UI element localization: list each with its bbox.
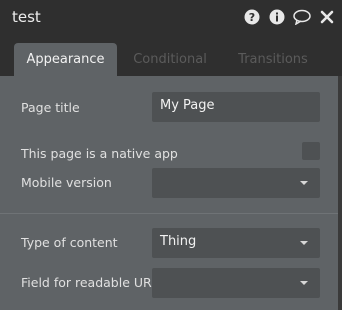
type-of-content-label: Type of content [21, 235, 118, 250]
chevron-down-icon [300, 181, 308, 185]
type-of-content-dropdown[interactable]: Thing [152, 228, 320, 258]
tab-appearance[interactable]: Appearance [14, 43, 117, 76]
tab-bar: Appearance Conditional Transitions [0, 35, 342, 76]
chevron-down-icon [300, 281, 308, 285]
readable-url-row: Field for readable URL [0, 268, 338, 302]
page-title-value: My Page [160, 98, 215, 113]
scrollbar[interactable] [338, 76, 342, 310]
tab-transitions[interactable]: Transitions [228, 43, 318, 76]
readable-url-label: Field for readable URL [21, 275, 159, 290]
mobile-version-row: Mobile version [0, 168, 338, 202]
type-of-content-value: Thing [160, 234, 197, 249]
native-app-row: This page is a native app [0, 138, 338, 172]
svg-text:?: ? [249, 11, 255, 24]
property-editor-panel: test ? Appearance Conditional Transition… [0, 0, 342, 310]
native-app-label: This page is a native app [21, 146, 178, 161]
help-icon[interactable]: ? [243, 8, 261, 26]
type-of-content-row: Type of content Thing [0, 228, 338, 262]
tab-conditional[interactable]: Conditional [125, 43, 215, 76]
page-title-row: Page title My Page [0, 92, 338, 126]
readable-url-dropdown[interactable] [152, 268, 320, 298]
info-icon[interactable] [268, 8, 286, 26]
chevron-down-icon [300, 241, 308, 245]
section-divider [0, 213, 338, 214]
mobile-version-label: Mobile version [21, 175, 112, 190]
window-title: test [12, 8, 41, 26]
title-bar-icons: ? [243, 8, 336, 26]
page-title-input[interactable]: My Page [152, 92, 320, 122]
appearance-pane: Page title My Page This page is a native… [0, 76, 338, 310]
native-app-checkbox[interactable] [302, 142, 320, 160]
page-title-label: Page title [21, 100, 80, 115]
comment-icon[interactable] [293, 8, 311, 26]
close-icon[interactable] [318, 8, 336, 26]
mobile-version-dropdown[interactable] [152, 168, 320, 198]
title-bar: test ? [0, 0, 342, 35]
